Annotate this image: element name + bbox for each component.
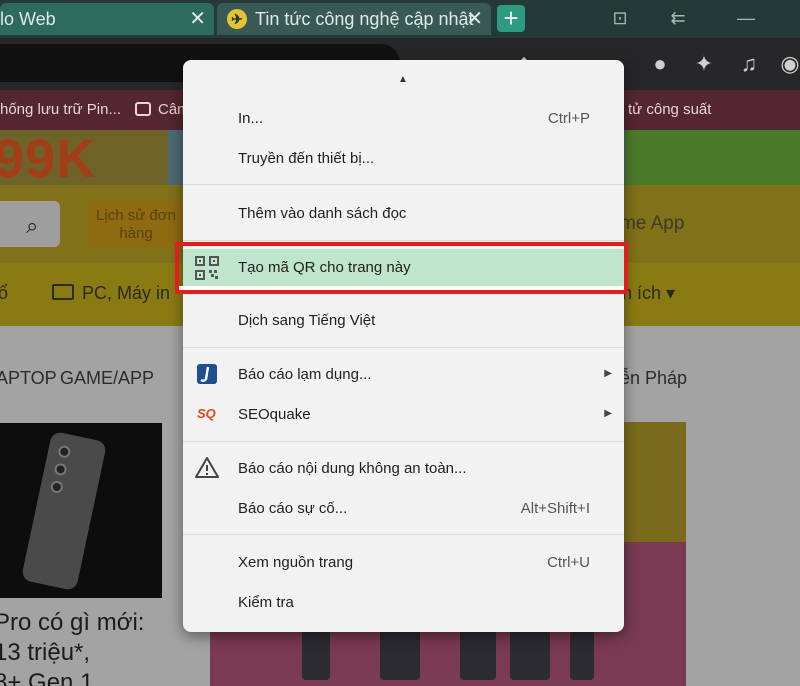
menu-item-add-reading-list[interactable]: Thêm vào danh sách đọc — [183, 197, 624, 231]
menu-item-report-unsafe[interactable]: Báo cáo nội dung không an toàn... — [183, 452, 624, 486]
highlight-frame — [175, 242, 628, 294]
menu-item-report-issue[interactable]: Báo cáo sự cố... Alt+Shift+I — [183, 492, 624, 526]
tab-title: lo Web — [0, 8, 56, 29]
bookmark-folder-icon — [135, 102, 151, 116]
record-icon[interactable]: ● — [646, 50, 674, 78]
menu-separator — [183, 184, 624, 185]
menu-item-label: Báo cáo nội dung không an toàn... — [238, 460, 467, 477]
menu-item-label: Báo cáo sự cố... — [238, 500, 348, 517]
monitor-icon — [52, 284, 74, 300]
menu-item-label: SEOquake — [238, 406, 311, 423]
menu-item-shortcut: Ctrl+U — [547, 554, 590, 571]
site-favicon-icon: ✈ — [227, 9, 247, 29]
banner-image — [625, 130, 800, 185]
new-tab-button[interactable]: + — [497, 5, 525, 32]
menu-item-print[interactable]: In... Ctrl+P — [183, 102, 624, 136]
menu-separator — [183, 534, 624, 535]
search-icon[interactable]: ⌕ — [26, 213, 38, 239]
menu-item-cast[interactable]: Truyền đến thiết bị... — [183, 142, 624, 176]
menu-item-inspect[interactable]: Kiểm tra — [183, 586, 624, 620]
menu-separator — [183, 240, 624, 241]
browser-tab-1[interactable]: lo Web ✕ — [0, 3, 214, 35]
extensions-icon[interactable]: ✦ — [690, 50, 718, 78]
scroll-up-icon[interactable]: ▲ — [398, 74, 408, 85]
home-app-link[interactable]: me App — [620, 213, 684, 235]
minimize-icon[interactable]: — — [720, 0, 772, 38]
category-link[interactable]: ễn Pháp — [620, 368, 687, 389]
article-thumbnail[interactable] — [0, 423, 162, 598]
menu-item-report-abuse[interactable]: Báo cáo lạm dụng... ▶ — [183, 358, 624, 392]
order-history-button[interactable]: Lịch sử đơn hàng — [88, 201, 184, 247]
submenu-arrow-icon: ▶ — [604, 408, 612, 419]
menu-item-label: In... — [238, 110, 264, 127]
nav-item-utilities[interactable]: n ích ▾ — [622, 283, 675, 304]
menu-item-label: Thêm vào danh sách đọc — [238, 205, 407, 222]
tab-close-icon[interactable]: ✕ — [189, 7, 206, 31]
media-playlist-icon[interactable]: ♫ — [735, 50, 763, 78]
bookmark-item[interactable]: tử công suất — [628, 101, 711, 118]
report-abuse-icon — [197, 364, 217, 384]
browser-tab-2[interactable]: ✈ Tin tức công nghệ cập nhật ✕ — [217, 3, 491, 35]
category-link[interactable]: GAME/APP — [60, 368, 154, 389]
menu-item-view-source[interactable]: Xem nguồn trang Ctrl+U — [183, 546, 624, 580]
back-history-icon[interactable]: ⇇ — [652, 0, 704, 38]
tab-close-icon[interactable]: ✕ — [466, 7, 483, 31]
phone-image — [20, 430, 108, 592]
menu-separator — [183, 441, 624, 442]
menu-item-label: Báo cáo lạm dụng... — [238, 366, 372, 383]
menu-item-label: Xem nguồn trang — [238, 554, 354, 571]
nav-item[interactable]: ổ — [0, 283, 8, 304]
menu-item-label: Dịch sang Tiếng Việt — [238, 312, 376, 329]
profile-avatar[interactable]: ◉ — [776, 50, 800, 78]
screenshot-icon[interactable]: ⊡ — [594, 0, 646, 38]
menu-item-shortcut: Alt+Shift+I — [520, 500, 590, 517]
menu-item-translate[interactable]: Dịch sang Tiếng Việt — [183, 304, 624, 338]
menu-item-label: Kiểm tra — [238, 594, 294, 611]
warning-icon — [195, 457, 219, 478]
tab-bar: lo Web ✕ ✈ Tin tức công nghệ cập nhật ✕ … — [0, 0, 800, 38]
submenu-arrow-icon: ▶ — [604, 368, 612, 379]
menu-item-label: Truyền đến thiết bị... — [238, 150, 375, 167]
category-link[interactable]: APTOP — [0, 368, 57, 389]
context-menu: ▲ In... Ctrl+P Truyền đến thiết bị... Th… — [183, 60, 624, 632]
article-title[interactable]: Pro có gì mới: 13 triệu*, 8+ Gen 1 — [0, 608, 144, 686]
menu-separator — [183, 347, 624, 348]
menu-item-shortcut: Ctrl+P — [547, 110, 590, 127]
banner-price: 99K — [0, 130, 97, 189]
bookmark-item[interactable]: hống lưu trữ Pin... — [0, 101, 121, 118]
nav-item-pc[interactable]: PC, Máy in — [82, 283, 170, 304]
site-search-input[interactable]: ⌕ — [0, 201, 60, 247]
menu-item-seoquake[interactable]: SQ SEOquake ▶ — [183, 398, 624, 432]
seoquake-icon: SQ — [197, 406, 216, 421]
